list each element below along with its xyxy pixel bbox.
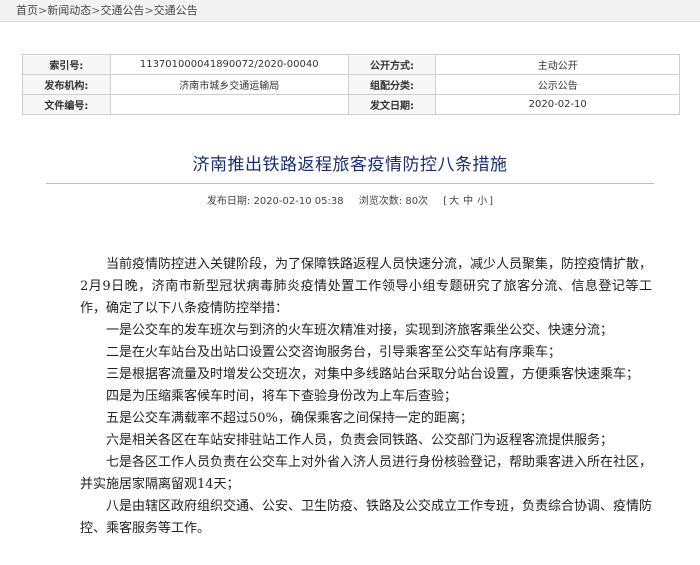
content-paragraph: 四是为压缩乘客候车时间，将车下查验身份改为上车后查验； xyxy=(106,389,458,404)
content-paragraph: 当前疫情防控进入关键阶段，为了保障铁路返程人员快速分流，减少人员聚集，防控疫情扩… xyxy=(80,257,653,316)
index-value: 113701000041890072/2020-00040 xyxy=(109,54,349,75)
font-small-button[interactable]: 小 xyxy=(477,196,487,207)
publisher-value: 济南市城乡交通运输局 xyxy=(109,74,349,95)
open-method-label: 公开方式: xyxy=(347,54,437,75)
content-paragraph: 二是在火车站台及出站口设置公交咨询服务台，引导乘客至公交车站有序乘车； xyxy=(106,345,562,360)
font-size-switcher: [大中小] xyxy=(443,196,493,207)
meta-row: 索引号: 113701000041890072/2020-00040 公开方式:… xyxy=(22,54,680,75)
content-paragraph: 三是根据客流量及时增发公交班次，对集中多线路站台采取分站台设置，方便乘客快速乘车… xyxy=(106,367,640,382)
breadcrumb-separator: > xyxy=(144,4,154,17)
content-paragraph: 一是公交车的发车班次与到济的火车班次精准对接，实现到济旅客乘坐公交、快速分流； xyxy=(106,323,614,338)
breadcrumb-traffic-link[interactable]: 交通公告 xyxy=(100,4,144,17)
content-paragraph: 六是相关各区在车站安排驻站工作人员，负责会同铁路、公交部门为返程客流提供服务； xyxy=(106,433,614,448)
breadcrumb-separator: > xyxy=(38,4,48,17)
article-title: 济南推出铁路返程旅客疫情防控八条措施 xyxy=(192,155,508,175)
publisher-label: 发布机构: xyxy=(22,74,111,95)
content-paragraph: 七是各区工作人员负责在公交车上对外省入济人员进行身份核验登记，帮助乘客进入所在社… xyxy=(80,455,653,492)
issue-date-label: 发文日期: xyxy=(347,94,437,115)
breadcrumb-news-link[interactable]: 新闻动态 xyxy=(47,4,91,17)
open-method-value: 主动公开 xyxy=(435,54,680,75)
meta-row: 文件编号: 发文日期: 2020-02-10 xyxy=(22,94,680,115)
font-large-button[interactable]: 大 xyxy=(449,196,459,207)
breadcrumb: 首页>新闻动态>交通公告>交通公告 xyxy=(0,0,700,22)
document-meta-table: 索引号: 113701000041890072/2020-00040 公开方式:… xyxy=(22,54,680,115)
publish-date: 发布日期: 2020-02-10 05:38 xyxy=(206,196,344,207)
content-paragraph: 八是由辖区政府组织交通、公安、卫生防疫、铁路及公交成立工作专班，负责综合协调、疫… xyxy=(80,499,653,536)
category-value: 公示公告 xyxy=(435,74,680,95)
doc-number-value xyxy=(109,94,349,115)
breadcrumb-home-link[interactable]: 首页 xyxy=(16,4,38,17)
font-size-bracket-close: ] xyxy=(489,196,494,207)
view-count: 浏览次数: 80次 xyxy=(358,196,429,207)
title-divider xyxy=(46,183,654,184)
font-size-bracket-open: [ xyxy=(443,196,448,207)
issue-date-value: 2020-02-10 xyxy=(435,94,680,115)
article-content: 当前疫情防控进入关键阶段，为了保障铁路返程人员快速分流，减少人员聚集，防控疫情扩… xyxy=(80,254,652,540)
content-paragraph: 五是公交车满载率不超过50%，确保乘客之间保持一定的距离； xyxy=(106,411,473,426)
font-medium-button[interactable]: 中 xyxy=(463,196,473,207)
index-label: 索引号: xyxy=(22,54,111,75)
meta-row: 发布机构: 济南市城乡交通运输局 组配分类: 公示公告 xyxy=(22,74,680,95)
article-info-line: 发布日期: 2020-02-10 05:38 浏览次数: 80次 [大中小] xyxy=(0,192,700,207)
breadcrumb-traffic-current-link[interactable]: 交通公告 xyxy=(154,4,198,17)
doc-number-label: 文件编号: xyxy=(22,94,111,115)
category-label: 组配分类: xyxy=(347,74,437,95)
